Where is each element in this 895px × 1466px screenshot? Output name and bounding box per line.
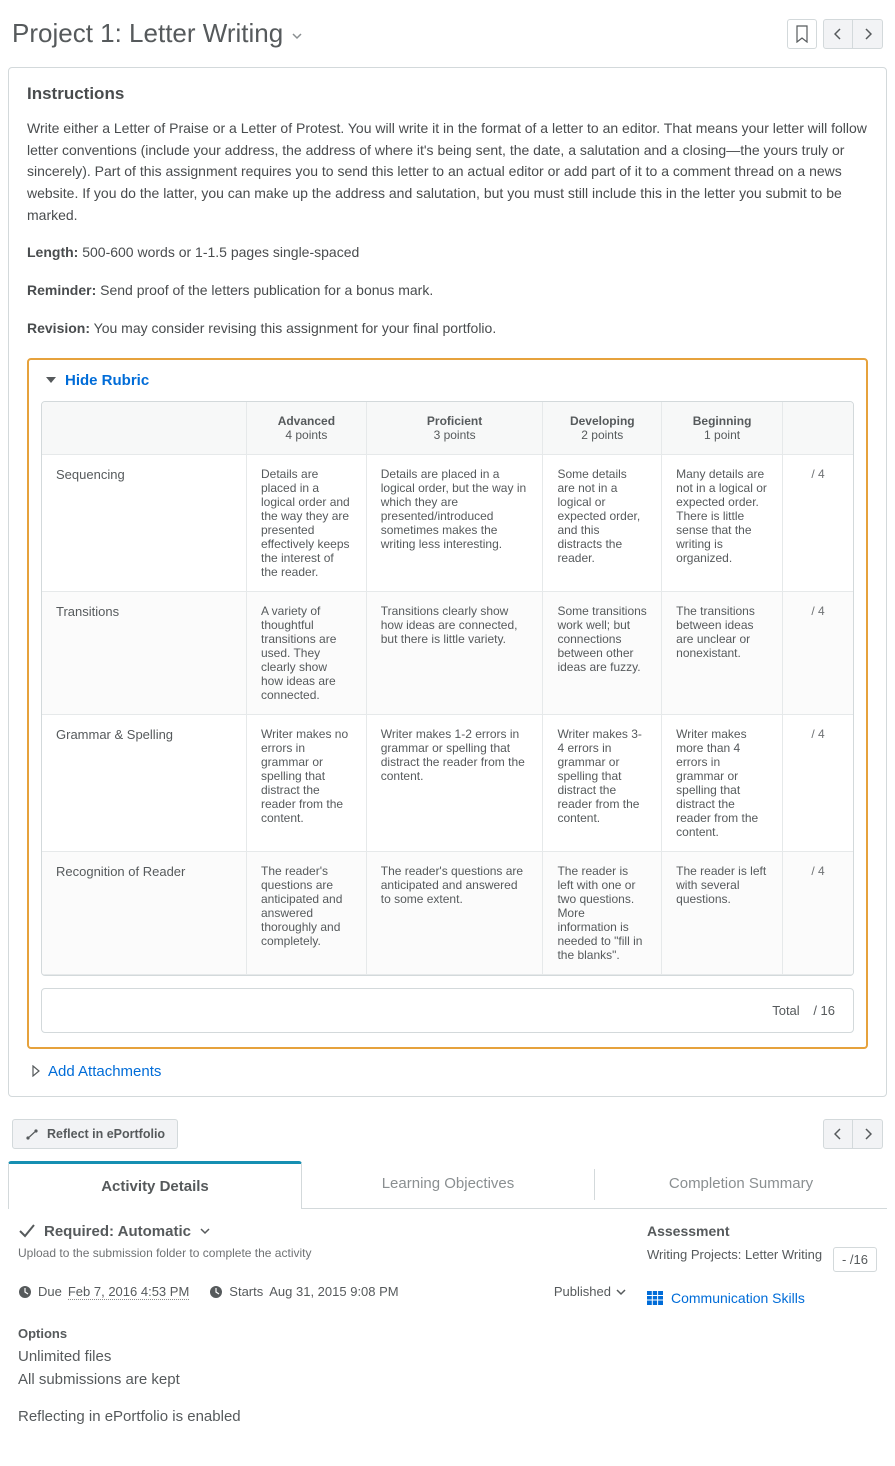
- rubric-level-proficient: Proficient 3 points: [367, 402, 544, 455]
- tab-completion-summary[interactable]: Completion Summary: [595, 1161, 887, 1208]
- options-title: Options: [18, 1326, 627, 1341]
- rubric-criterion: Transitions: [42, 592, 247, 715]
- option-item: Unlimited files: [18, 1345, 627, 1368]
- rubric-cell[interactable]: Details are placed in a logical order an…: [247, 455, 367, 592]
- rubric-cell[interactable]: A variety of thoughtful transitions are …: [247, 592, 367, 715]
- rubric-cell[interactable]: Writer makes 1-2 errors in grammar or sp…: [367, 715, 544, 852]
- rubric-cell[interactable]: Some transitions work well; but connecti…: [543, 592, 662, 715]
- details-tabs: Activity Details Learning Objectives Com…: [8, 1161, 887, 1209]
- required-label: Required: Automatic: [44, 1223, 191, 1240]
- required-line[interactable]: Required: Automatic: [18, 1223, 627, 1240]
- start-label: Starts: [229, 1284, 263, 1299]
- option-item: All submissions are kept: [18, 1368, 627, 1391]
- check-icon: [18, 1223, 36, 1239]
- tab-learning-objectives[interactable]: Learning Objectives: [302, 1161, 594, 1208]
- rubric-score-header: [783, 402, 853, 455]
- prev-button-footer[interactable]: [823, 1119, 853, 1149]
- rubric-level-beginning: Beginning 1 point: [662, 402, 783, 455]
- assessment-panel: Assessment Writing Projects: Letter Writ…: [647, 1223, 877, 1428]
- caret-right-icon: [31, 1065, 40, 1077]
- instructions-revision: Revision: You may consider revising this…: [27, 318, 868, 340]
- page-title-text: Project 1: Letter Writing: [12, 18, 283, 49]
- next-button[interactable]: [853, 19, 883, 49]
- chevron-down-icon[interactable]: [291, 26, 303, 42]
- rubric-row-score: / 4: [783, 455, 853, 592]
- rubric-criterion: Grammar & Spelling: [42, 715, 247, 852]
- page-title: Project 1: Letter Writing: [12, 18, 303, 49]
- add-attachments-label: Add Attachments: [48, 1063, 161, 1080]
- published-label: Published: [554, 1284, 611, 1299]
- rubric-row: Grammar & SpellingWriter makes no errors…: [42, 715, 853, 852]
- meta-row: Due Feb 7, 2016 4:53 PM Starts Aug 31, 2…: [18, 1284, 627, 1300]
- rubric-row: TransitionsA variety of thoughtful trans…: [42, 592, 853, 715]
- rubric-total-value: / 16: [813, 1003, 835, 1018]
- rubric-table: Advanced 4 points Proficient 3 points De…: [41, 401, 854, 976]
- reflect-eportfolio-button[interactable]: Reflect in ePortfolio: [12, 1119, 178, 1149]
- published-toggle[interactable]: Published: [554, 1284, 627, 1299]
- bookmark-button[interactable]: [787, 19, 817, 49]
- clock-icon: [209, 1285, 223, 1299]
- instructions-length: Length: 500-600 words or 1-1.5 pages sin…: [27, 242, 868, 264]
- rubric-criterion: Sequencing: [42, 455, 247, 592]
- rubric-level-developing: Developing 2 points: [543, 402, 662, 455]
- instructions-heading: Instructions: [27, 84, 868, 104]
- rubric-cell[interactable]: The transitions between ideas are unclea…: [662, 592, 783, 715]
- due-label: Due: [38, 1284, 62, 1299]
- rubric-row-score: / 4: [783, 592, 853, 715]
- rubric-row: Recognition of ReaderThe reader's questi…: [42, 852, 853, 975]
- options-block: Options Unlimited filesAll submissions a…: [18, 1326, 627, 1428]
- rubric-total-row: Total / 16: [41, 988, 854, 1033]
- rubric-cell[interactable]: Many details are not in a logical or exp…: [662, 455, 783, 592]
- header-actions: [787, 19, 883, 49]
- rubric-toggle-label: Hide Rubric: [65, 372, 149, 389]
- chevron-down-icon: [199, 1225, 211, 1237]
- assessment-item-label: Writing Projects: Letter Writing: [647, 1247, 822, 1262]
- option-item: Reflecting in ePortfolio is enabled: [18, 1405, 627, 1428]
- add-attachments[interactable]: Add Attachments: [27, 1063, 868, 1080]
- rubric-cell[interactable]: The reader is left with several question…: [662, 852, 783, 975]
- next-button-footer[interactable]: [853, 1119, 883, 1149]
- instructions-reminder: Reminder: Send proof of the letters publ…: [27, 280, 868, 302]
- rubric-cell[interactable]: The reader's questions are anticipated a…: [247, 852, 367, 975]
- due-value[interactable]: Feb 7, 2016 4:53 PM: [68, 1284, 189, 1300]
- rubric-cell[interactable]: Writer makes 3-4 errors in grammar or sp…: [543, 715, 662, 852]
- rubric-cell[interactable]: The reader is left with one or two quest…: [543, 852, 662, 975]
- tab-activity-details[interactable]: Activity Details: [8, 1161, 302, 1209]
- rubric-cell[interactable]: The reader's questions are anticipated a…: [367, 852, 544, 975]
- rubric-container: Hide Rubric Advanced 4 points Proficient…: [27, 358, 868, 1049]
- prev-button[interactable]: [823, 19, 853, 49]
- rubric-cell[interactable]: Details are placed in a logical order, b…: [367, 455, 544, 592]
- instructions-body: Write either a Letter of Praise or a Let…: [27, 118, 868, 340]
- rubric-toggle[interactable]: Hide Rubric: [41, 372, 854, 389]
- instructions-panel: Instructions Write either a Letter of Pr…: [8, 67, 887, 1097]
- rubric-row: SequencingDetails are placed in a logica…: [42, 455, 853, 592]
- required-subtext: Upload to the submission folder to compl…: [18, 1246, 627, 1260]
- rubric-cell[interactable]: Writer makes more than 4 errors in gramm…: [662, 715, 783, 852]
- rubric-row-score: / 4: [783, 852, 853, 975]
- caret-down-icon: [45, 375, 57, 385]
- clock-icon: [18, 1285, 32, 1299]
- grid-icon: [647, 1291, 663, 1305]
- rubric-cell[interactable]: Some details are not in a logical or exp…: [543, 455, 662, 592]
- rubric-corner: [42, 402, 247, 455]
- rubric-cell[interactable]: Writer makes no errors in grammar or spe…: [247, 715, 367, 852]
- start-value: Aug 31, 2015 9:08 PM: [269, 1284, 398, 1299]
- rubric-total-label: Total: [772, 1003, 799, 1018]
- rubric-row-score: / 4: [783, 715, 853, 852]
- rubric-criterion: Recognition of Reader: [42, 852, 247, 975]
- reflect-label: Reflect in ePortfolio: [47, 1127, 165, 1141]
- communication-skills-link[interactable]: Communication Skills: [671, 1290, 805, 1306]
- assessment-title: Assessment: [647, 1223, 877, 1239]
- assessment-score: - /16: [833, 1247, 877, 1272]
- activity-details-left: Required: Automatic Upload to the submis…: [18, 1223, 627, 1428]
- instructions-paragraph: Write either a Letter of Praise or a Let…: [27, 118, 868, 226]
- share-icon: [25, 1127, 39, 1141]
- rubric-cell[interactable]: Transitions clearly show how ideas are c…: [367, 592, 544, 715]
- rubric-level-advanced: Advanced 4 points: [247, 402, 367, 455]
